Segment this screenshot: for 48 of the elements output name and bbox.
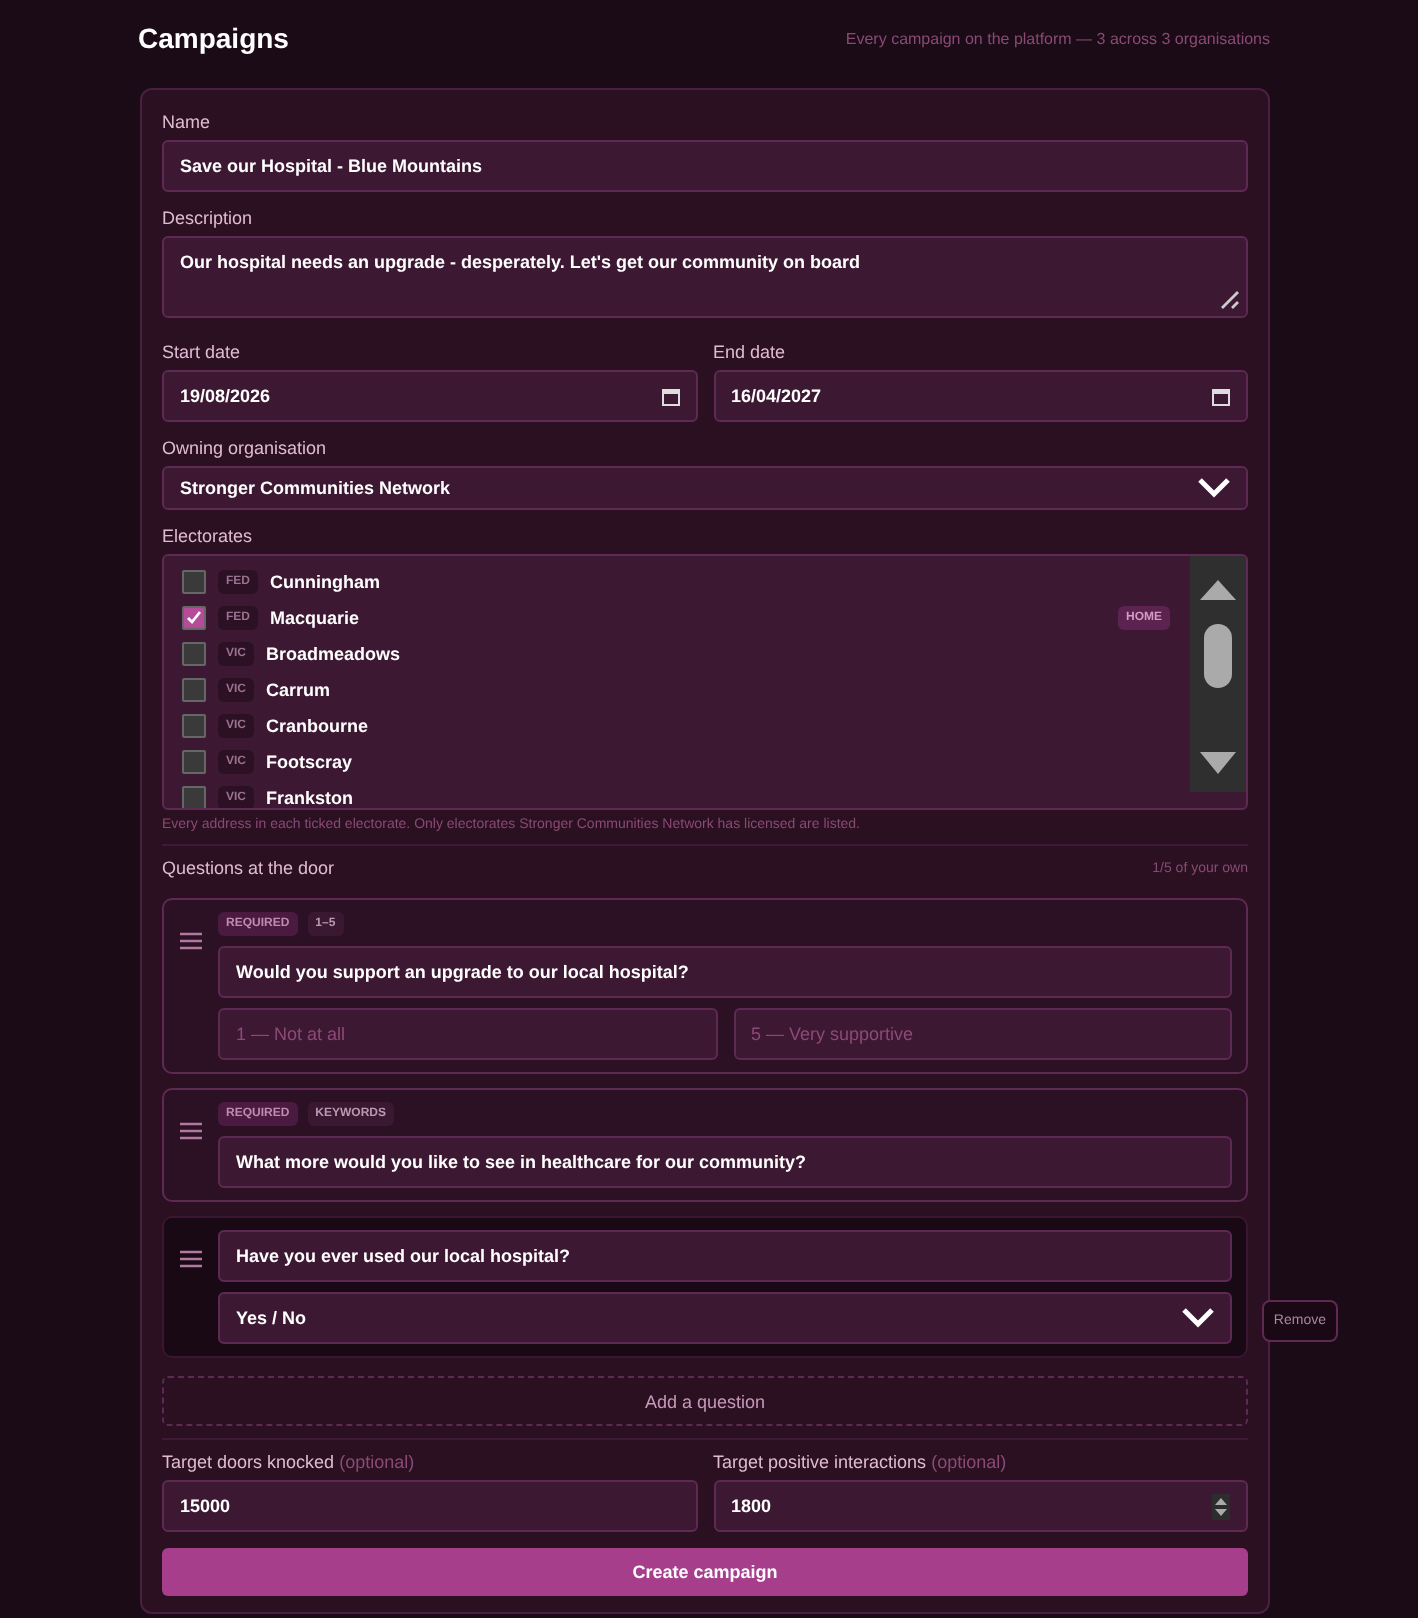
electorate-name: Carrum [266, 680, 333, 700]
question-field[interactable]: What more would you like to see in healthcare for our community? [218, 1136, 1232, 1188]
field-label: Target doors knocked (optional) [162, 1452, 417, 1472]
field-label: Electorates [162, 526, 255, 546]
target-field[interactable]: 15000 [162, 1480, 697, 1532]
drag-handle-icon[interactable] [180, 932, 202, 950]
description-field[interactable]: Our hospital needs an upgrade - desperately. Let's get our community on board [162, 236, 1248, 318]
checkbox[interactable] [182, 606, 206, 630]
electorate-name: Cranbourne [266, 716, 371, 736]
question-field[interactable]: Have you ever used our local hospital? [218, 1230, 1232, 1282]
start-date-field[interactable]: 19/08/2026 [162, 370, 697, 422]
checkbox[interactable] [182, 642, 206, 666]
add-question-button[interactable]: Add a question [162, 1376, 1248, 1426]
end-date-field[interactable]: 16/04/2027 [713, 370, 1248, 422]
checkbox[interactable] [182, 750, 206, 774]
resize-handle-icon[interactable] [1220, 290, 1240, 310]
field-label: Name [162, 112, 213, 132]
create-campaign-button[interactable]: Create campaign [162, 1548, 1248, 1596]
question-field[interactable]: Would you support an upgrade to our local hospital? [218, 946, 1232, 998]
organisation-select[interactable]: Stronger Communities Network [162, 466, 1248, 510]
drag-handle-icon[interactable] [180, 1122, 202, 1140]
spinner-icon[interactable] [1212, 1493, 1230, 1519]
checkbox[interactable] [182, 678, 206, 702]
calendar-icon[interactable] [661, 387, 679, 405]
electorate-name: Cunningham [270, 572, 382, 592]
checkbox[interactable] [182, 570, 206, 594]
electorate-name: Broadmeadows [266, 644, 403, 664]
checkbox[interactable] [182, 786, 206, 808]
section-title: Questions at the door [162, 858, 335, 878]
scrollbar[interactable] [1190, 556, 1246, 792]
answer-type-select[interactable]: Yes / No [218, 1292, 1232, 1344]
page-title: Campaigns [138, 22, 289, 54]
field-label: Description [162, 208, 255, 228]
electorate-name: Frankston [266, 788, 356, 808]
chevron-down-icon [1182, 1308, 1214, 1328]
electorate-name: Footscray [266, 752, 355, 772]
drag-handle-icon[interactable] [180, 1250, 202, 1268]
name-field[interactable]: Save our Hospital - Blue Mountains [162, 140, 1248, 192]
field-label: Start date [162, 342, 243, 362]
calendar-icon[interactable] [1212, 387, 1230, 405]
electorate-name: Macquarie [270, 608, 362, 628]
field-label: Owning organisation [162, 438, 329, 458]
field-label: End date [713, 342, 788, 362]
checkbox[interactable] [182, 714, 206, 738]
field-label: Target positive interactions (optional) [713, 1452, 1009, 1472]
page-subtitle: Every campaign on the platform — 3 across 3 organisations [845, 29, 1270, 47]
chevron-down-icon [1198, 478, 1230, 498]
target-field[interactable]: 1800 [713, 1480, 1248, 1532]
